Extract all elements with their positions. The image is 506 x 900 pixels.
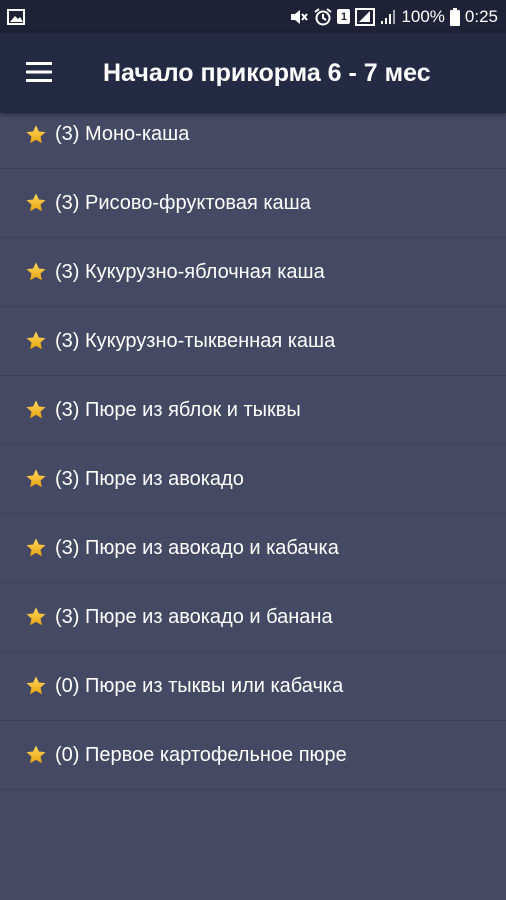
list-item-label: (3) Кукурузно-тыквенная каша xyxy=(55,329,336,352)
list-item-label: (3) Моно-каша xyxy=(55,123,190,145)
list-item-label: (3) Кукурузно-яблочная каша xyxy=(55,260,325,283)
list-item-label: (3) Рисово-фруктовая каша xyxy=(55,191,311,214)
app-bar: Начало прикорма 6 - 7 мес xyxy=(0,33,506,113)
list-item-label: (3) Пюре из авокадо и банана xyxy=(55,605,333,628)
star-icon xyxy=(25,192,47,214)
list-item[interactable]: (0) Первое картофельное пюре xyxy=(0,721,506,790)
list-item[interactable]: (3) Пюре из яблок и тыквы xyxy=(0,376,506,445)
battery-percent: 100% xyxy=(401,6,445,26)
list-item-label: (3) Пюре из авокадо xyxy=(55,467,244,490)
notification-badge: 1 xyxy=(337,9,351,24)
list-item[interactable]: (3) Пюре из авокадо и кабачка xyxy=(0,514,506,583)
list-item-label: (0) Пюре из тыквы или кабачка xyxy=(55,674,344,697)
list-item[interactable]: (3) Кукурузно-тыквенная каша xyxy=(0,307,506,376)
star-icon xyxy=(25,124,47,146)
list-item[interactable]: (3) Кукурузно-яблочная каша xyxy=(0,238,506,307)
gallery-notification-icon xyxy=(7,8,25,25)
star-icon xyxy=(25,468,47,490)
list-item[interactable]: (3) Пюре из авокадо и банана xyxy=(0,583,506,652)
list-item[interactable]: (3) Пюре из авокадо xyxy=(0,445,506,514)
star-icon xyxy=(25,606,47,628)
list-item-label: (3) Пюре из яблок и тыквы xyxy=(55,398,301,421)
wifi-icon xyxy=(355,7,376,26)
mute-icon xyxy=(289,8,309,26)
star-icon xyxy=(25,675,47,697)
page-title: Начало прикорма 6 - 7 мес xyxy=(103,59,431,87)
signal-icon xyxy=(380,9,396,25)
list-item-label: (0) Первое картофельное пюре xyxy=(55,743,347,766)
recipe-list: (3) Моно-каша (3) Рисово-фруктовая каша (3… xyxy=(0,101,506,790)
star-icon xyxy=(25,399,47,421)
menu-button[interactable] xyxy=(14,49,64,99)
list-item[interactable]: (0) Пюре из тыквы или кабачка xyxy=(0,652,506,721)
star-icon xyxy=(25,261,47,283)
hamburger-menu-icon xyxy=(26,61,52,87)
star-icon xyxy=(25,330,47,352)
clock: 0:25 xyxy=(464,6,498,26)
list-item[interactable]: (3) Рисово-фруктовая каша xyxy=(0,169,506,238)
star-icon xyxy=(25,744,47,766)
list-item-label: (3) Пюре из авокадо и кабачка xyxy=(55,536,339,559)
battery-icon xyxy=(449,7,460,26)
star-icon xyxy=(25,537,47,559)
alarm-icon xyxy=(314,7,333,26)
status-bar: 1 100% 0:25 xyxy=(0,0,506,33)
